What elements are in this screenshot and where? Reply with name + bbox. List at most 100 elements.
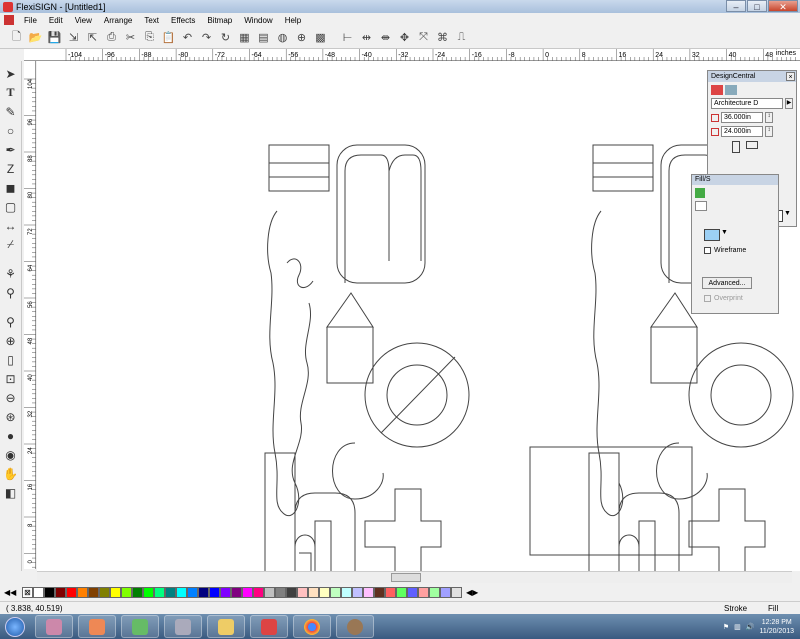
portrait-icon[interactable] <box>732 141 740 153</box>
palette-swatch[interactable] <box>132 586 143 598</box>
tray-volume-icon[interactable]: 🔊 <box>746 623 755 631</box>
taskbar-chrome-icon[interactable] <box>293 615 331 638</box>
palette-swatch[interactable] <box>165 586 176 598</box>
measure-icon[interactable]: ⊢ <box>339 29 356 46</box>
palette-swatch[interactable] <box>77 586 88 598</box>
palette-swatch[interactable] <box>451 586 462 598</box>
minimize-button[interactable]: – <box>726 0 746 12</box>
palette-swatch[interactable] <box>187 586 198 598</box>
palette-swatch[interactable] <box>440 586 451 598</box>
palette-swatch[interactable] <box>33 586 44 598</box>
node-edit-icon[interactable]: ✥ <box>396 29 413 46</box>
menu-edit[interactable]: Edit <box>43 16 69 25</box>
palette-swatch[interactable] <box>110 586 121 598</box>
horizontal-scrollbar[interactable] <box>37 571 792 583</box>
save-icon[interactable]: 💾 <box>46 29 63 46</box>
fill-type-select[interactable] <box>695 201 707 211</box>
palette-swatch[interactable] <box>253 586 264 598</box>
palette-swatch[interactable] <box>209 586 220 598</box>
knife-tool-icon[interactable]: ⚘ <box>2 265 20 282</box>
zoom-selection-icon[interactable]: ⊡ <box>2 370 20 387</box>
palette-swatch[interactable] <box>363 586 374 598</box>
palette-scroll-right-icon[interactable]: ◀▶ <box>466 588 478 597</box>
export-icon[interactable]: ⇱ <box>84 29 101 46</box>
font-select[interactable]: Architecture D <box>711 98 783 109</box>
tray-network-icon[interactable]: ▥ <box>734 623 741 631</box>
height-spinner[interactable]: ↕ <box>765 126 773 137</box>
menu-file[interactable]: File <box>18 16 43 25</box>
distribute-icon[interactable]: ⇼ <box>377 29 394 46</box>
taskbar-app3-icon[interactable] <box>121 615 159 638</box>
fill-stroke-icon[interactable]: ◧ <box>2 484 20 501</box>
close-button[interactable]: ✕ <box>768 0 798 12</box>
menu-arrange[interactable]: Arrange <box>98 16 138 25</box>
import-icon[interactable]: ⇲ <box>65 29 82 46</box>
zoom-fit-icon[interactable]: ⊕ <box>293 29 310 46</box>
palette-swatch[interactable] <box>352 586 363 598</box>
palette-swatch[interactable] <box>286 586 297 598</box>
palette-swatch[interactable] <box>385 586 396 598</box>
fill-dropdown-icon[interactable]: ▼ <box>784 210 792 222</box>
palette-swatch[interactable] <box>341 586 352 598</box>
new-file-icon[interactable]: 🗋 <box>8 29 25 46</box>
no-color-swatch[interactable]: ⊠ <box>22 586 33 598</box>
contour-icon[interactable]: ⤧ <box>415 29 432 46</box>
palette-swatch[interactable] <box>275 586 286 598</box>
ungroup-icon[interactable]: ▤ <box>255 29 272 46</box>
palette-swatch[interactable] <box>220 586 231 598</box>
palette-swatch[interactable] <box>330 586 341 598</box>
palette-swatch[interactable] <box>297 586 308 598</box>
weld-icon[interactable]: ⌘ <box>434 29 451 46</box>
tray-flag-icon[interactable]: ⚑ <box>723 623 729 631</box>
menu-view[interactable]: View <box>69 16 98 25</box>
palette-swatch[interactable] <box>143 586 154 598</box>
overprint-checkbox[interactable] <box>704 295 711 302</box>
rect-tool-icon[interactable]: ▢ <box>2 198 20 215</box>
zoom-previous-icon[interactable]: ● <box>2 427 20 444</box>
wireframe-checkbox[interactable] <box>704 247 711 254</box>
pan-hand-icon[interactable]: ✋ <box>2 465 20 482</box>
palette-scroll-left-icon[interactable]: ◀◀ <box>4 588 22 597</box>
tab-text-icon[interactable] <box>711 85 723 95</box>
palette-swatch[interactable] <box>66 586 77 598</box>
menu-text[interactable]: Text <box>138 16 165 25</box>
taskbar-app4-icon[interactable] <box>164 615 202 638</box>
start-button[interactable] <box>0 614 30 639</box>
height-field[interactable]: 24.000in <box>721 126 763 137</box>
cut-icon[interactable]: ✂ <box>122 29 139 46</box>
redo-icon[interactable]: ↷ <box>198 29 215 46</box>
palette-swatch[interactable] <box>154 586 165 598</box>
menu-help[interactable]: Help <box>279 16 307 25</box>
text-tool-icon[interactable]: T <box>2 84 20 101</box>
menu-bitmap[interactable]: Bitmap <box>201 16 238 25</box>
palette-swatch[interactable] <box>198 586 209 598</box>
width-spinner[interactable]: ↕ <box>765 112 773 123</box>
palette-swatch[interactable] <box>418 586 429 598</box>
eyedropper-icon[interactable]: ⌿ <box>2 236 20 253</box>
maximize-button[interactable]: □ <box>747 0 767 12</box>
select-tool-icon[interactable]: ➤ <box>2 65 20 82</box>
palette-swatch[interactable] <box>319 586 330 598</box>
color-palette-icon[interactable]: ▩ <box>312 29 329 46</box>
palette-swatch[interactable] <box>99 586 110 598</box>
palette-swatch[interactable] <box>121 586 132 598</box>
taskbar-app2-icon[interactable] <box>78 615 116 638</box>
panel-close-button[interactable]: × <box>786 72 795 81</box>
fill-color-swatch[interactable] <box>704 229 720 241</box>
ellipse-tool-icon[interactable]: ○ <box>2 122 20 139</box>
palette-swatch[interactable] <box>242 586 253 598</box>
palette-swatch[interactable] <box>176 586 187 598</box>
paste-icon[interactable]: 📋 <box>160 29 177 46</box>
drawing-canvas[interactable] <box>37 61 800 571</box>
zoom-color-icon[interactable]: ◉ <box>2 446 20 463</box>
color-wheel-icon[interactable]: ◍ <box>274 29 291 46</box>
palette-swatch[interactable] <box>407 586 418 598</box>
taskbar-flexi-icon[interactable] <box>35 615 73 638</box>
repeat-icon[interactable]: ↻ <box>217 29 234 46</box>
fill-tool-icon[interactable]: ◼ <box>2 179 20 196</box>
group-icon[interactable]: ▦ <box>236 29 253 46</box>
shape-tool-icon[interactable]: ✎ <box>2 103 20 120</box>
width-field[interactable]: 36.000in <box>721 112 763 123</box>
zoom-all-icon[interactable]: ⊛ <box>2 408 20 425</box>
undo-icon[interactable]: ↶ <box>179 29 196 46</box>
